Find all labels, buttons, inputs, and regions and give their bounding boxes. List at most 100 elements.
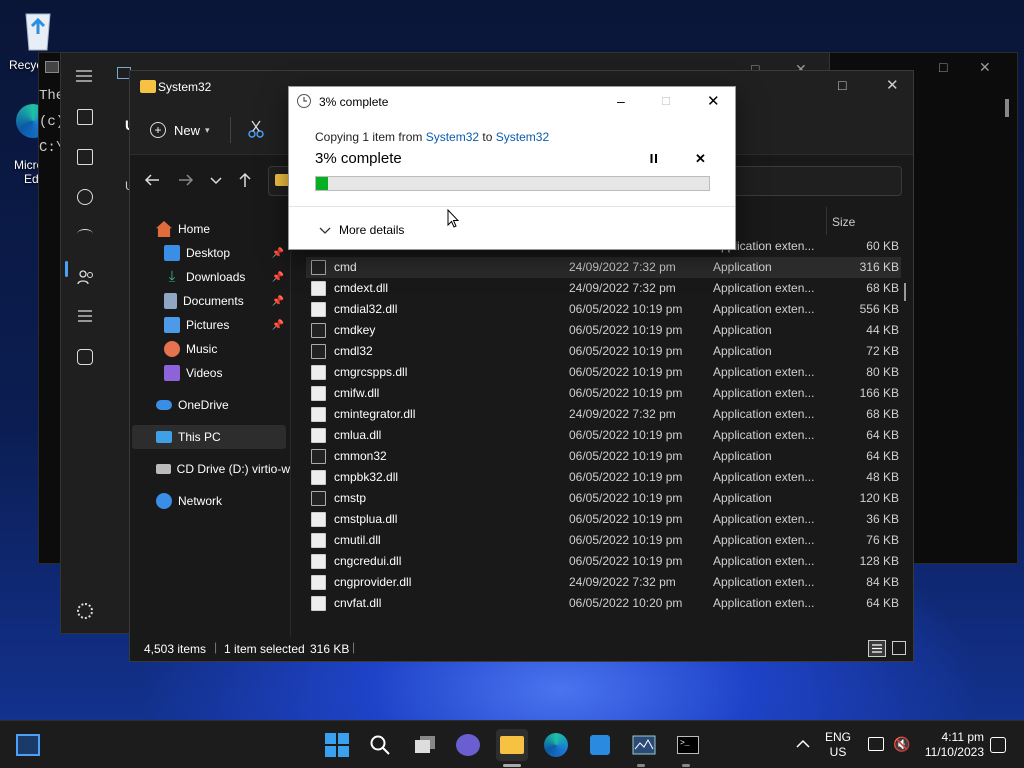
table-row[interactable]: cmlua.dll 06/05/2022 10:19 pm Application … — [306, 425, 901, 446]
nav-item-cd-drive[interactable]: CD Drive (D:) virtio-w — [130, 457, 290, 481]
file-explorer-taskbar-button[interactable] — [496, 729, 528, 761]
nav-item-network[interactable]: Network — [130, 489, 290, 513]
nav-item-home[interactable]: Home — [130, 217, 290, 241]
table-row[interactable]: cmdl32 06/05/2022 10:19 pm Application 72 K… — [306, 341, 901, 362]
nav-item-pictures[interactable]: Pictures 📌 — [130, 313, 290, 337]
application-icon — [311, 323, 326, 338]
copy-progress-dialog[interactable]: 3% complete – □ ✕ Copying 1 item from Sy… — [288, 86, 736, 250]
language-indicator[interactable]: ENG US — [824, 730, 852, 760]
file-size: 44 KB — [866, 323, 899, 337]
table-row[interactable]: cmgrcspps.dll 06/05/2022 10:19 pm Applicat… — [306, 362, 901, 383]
close-button[interactable]: ✕ — [707, 92, 720, 110]
table-row[interactable]: cmd 24/09/2022 7:32 pm Application 316 KB — [306, 257, 901, 278]
recent-dropdown-icon[interactable] — [210, 175, 222, 185]
table-row[interactable]: cmifw.dll 06/05/2022 10:19 pm Application … — [306, 383, 901, 404]
column-header-size[interactable]: Size — [832, 215, 855, 229]
performance-icon[interactable] — [77, 149, 93, 165]
recycle-bin-desktop-icon[interactable]: Recyc — [6, 8, 70, 72]
forward-arrow-icon[interactable] — [178, 173, 194, 187]
file-type: Application exten... — [713, 302, 815, 316]
terminal-icon — [45, 61, 59, 73]
network-icon — [156, 493, 172, 509]
file-type: Application exten... — [713, 554, 815, 568]
table-row[interactable]: cmdkey 06/05/2022 10:19 pm Application 44 K… — [306, 320, 901, 341]
nav-item-documents[interactable]: Documents 📌 — [130, 289, 290, 313]
notifications-icon[interactable] — [990, 737, 1006, 753]
source-link[interactable]: System32 — [426, 130, 479, 144]
file-date: 06/05/2022 10:19 pm — [569, 512, 683, 526]
nav-item-onedrive[interactable]: OneDrive — [130, 393, 290, 417]
nav-item-music[interactable]: Music — [130, 337, 290, 361]
chat-button[interactable] — [452, 729, 484, 761]
search-button[interactable] — [364, 729, 396, 761]
table-row[interactable]: cmintegrator.dll 24/09/2022 7:32 pm Applic… — [306, 404, 901, 425]
task-manager-taskbar-button[interactable] — [628, 729, 660, 761]
nav-item-desktop[interactable]: Desktop 📌 — [130, 241, 290, 265]
nav-label: Home — [178, 222, 211, 236]
pause-icon[interactable] — [649, 153, 659, 164]
keyboard-layout: US — [829, 745, 847, 759]
network-icon[interactable] — [868, 737, 884, 751]
table-row[interactable]: cmmon32 06/05/2022 10:19 pm Application 64 … — [306, 446, 901, 467]
file-size: 68 KB — [866, 407, 899, 421]
up-arrow-icon[interactable] — [238, 172, 252, 188]
services-icon[interactable] — [77, 349, 93, 365]
dialog-title-bar[interactable]: 3% complete – □ ✕ — [289, 87, 735, 117]
nav-label: Music — [186, 342, 218, 356]
destination-link[interactable]: System32 — [496, 130, 549, 144]
large-icons-view-icon[interactable] — [892, 641, 906, 655]
minimize-button[interactable]: – — [617, 93, 625, 109]
volume-muted-icon[interactable]: 🔇 — [893, 736, 910, 752]
file-size: 64 KB — [866, 596, 899, 610]
dll-file-icon — [311, 470, 326, 485]
back-arrow-icon[interactable] — [144, 173, 160, 187]
new-button[interactable]: + New ▾ — [150, 120, 222, 140]
details-view-icon[interactable] — [868, 640, 886, 657]
table-row[interactable]: cmdext.dll 24/09/2022 7:32 pm Application … — [306, 278, 901, 299]
table-row[interactable]: cmutil.dll 06/05/2022 10:19 pm Application… — [306, 530, 901, 551]
cut-icon[interactable] — [248, 120, 264, 138]
hamburger-icon[interactable] — [75, 69, 93, 83]
more-details-button[interactable]: More details — [319, 223, 404, 237]
users-icon[interactable] — [77, 269, 95, 285]
table-row[interactable]: cmstplua.dll 06/05/2022 10:19 pm Applicati… — [306, 509, 901, 530]
table-row[interactable]: cngprovider.dll 24/09/2022 7:32 pm Applica… — [306, 572, 901, 593]
task-view-button[interactable] — [409, 729, 441, 761]
close-button[interactable]: ✕ — [886, 76, 900, 94]
file-list: Size Application exten... 60 KB cmd 24/09… — [296, 207, 913, 647]
task-view-widget-button[interactable] — [12, 729, 44, 761]
file-type: Application exten... — [713, 470, 815, 484]
nav-item-videos[interactable]: Videos — [130, 361, 290, 385]
file-type: Application exten... — [713, 407, 815, 421]
dll-file-icon — [311, 281, 326, 296]
table-row[interactable]: cmdial32.dll 06/05/2022 10:19 pm Applicati… — [306, 299, 901, 320]
cancel-icon[interactable]: ✕ — [695, 151, 706, 167]
copy-to-word: to — [482, 130, 493, 144]
table-row[interactable]: cmstp 06/05/2022 10:19 pm Application 120 K… — [306, 488, 901, 509]
progress-bar — [315, 176, 710, 191]
file-name: cmd — [334, 260, 357, 274]
settings-icon[interactable] — [77, 603, 93, 619]
table-row[interactable]: cmpbk32.dll 06/05/2022 10:19 pm Applicatio… — [306, 467, 901, 488]
app-history-icon[interactable] — [77, 189, 93, 205]
vertical-scrollbar[interactable] — [904, 283, 906, 301]
start-button[interactable] — [321, 729, 353, 761]
edge-taskbar-button[interactable] — [540, 729, 572, 761]
table-row[interactable]: cnvfat.dll 06/05/2022 10:20 pm Application… — [306, 593, 901, 614]
terminal-taskbar-button[interactable]: >_ — [672, 729, 704, 761]
startup-apps-icon[interactable] — [77, 229, 93, 239]
terminal-scrollbar[interactable] — [1005, 99, 1009, 117]
nav-label: OneDrive — [178, 398, 229, 412]
store-taskbar-button[interactable] — [584, 729, 616, 761]
file-name: cmdl32 — [334, 344, 373, 358]
search-icon — [370, 735, 390, 755]
edge-icon — [544, 733, 568, 757]
nav-item-downloads[interactable]: ⤓ Downloads 📌 — [130, 265, 290, 289]
show-hidden-icons-button[interactable] — [796, 739, 810, 749]
processes-icon[interactable] — [77, 109, 93, 125]
clock[interactable]: 4:11 pm 11/10/2023 — [918, 730, 984, 760]
nav-item-this-pc[interactable]: This PC — [132, 425, 286, 449]
table-row[interactable]: cngcredui.dll 06/05/2022 10:19 pm Applicat… — [306, 551, 901, 572]
details-icon[interactable] — [77, 309, 93, 323]
maximize-button[interactable]: □ — [838, 77, 852, 93]
